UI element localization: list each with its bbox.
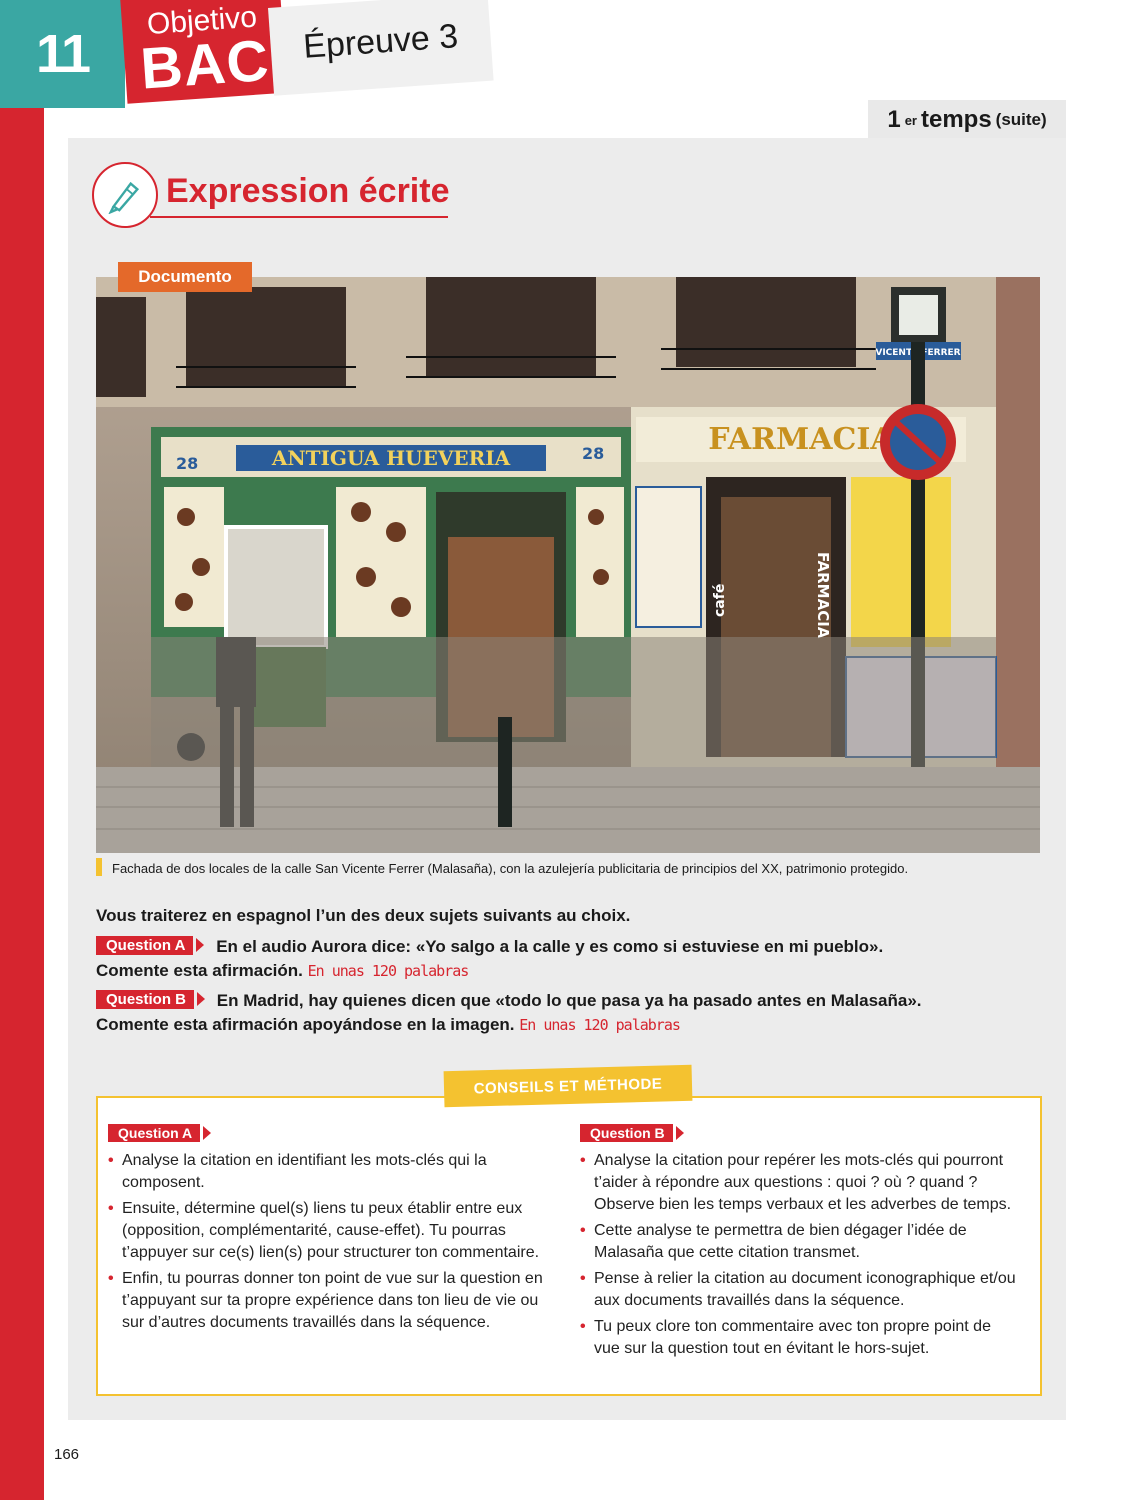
chapter-number: 11: [0, 0, 125, 108]
cafe-sign: café: [712, 584, 728, 617]
temps-sup: er: [904, 112, 917, 128]
question-a-text: En el audio Aurora dice: «Yo salgo a la …: [216, 937, 884, 956]
list-item: Tu peux clore ton commentaire avec ton p…: [580, 1316, 1020, 1360]
question-b-limit: En unas 120 palabras: [519, 1016, 681, 1034]
temps-word: temps: [920, 106, 992, 133]
question-a-line2: Comente esta afirmación. En unas 120 pal…: [96, 961, 470, 981]
question-b-line1: Question B En Madrid, hay quienes dicen …: [96, 990, 922, 1011]
list-item: Pense à relier la citation au document i…: [580, 1268, 1020, 1312]
conseils-title: CONSEILS ET MÉTHODE: [443, 1064, 693, 1108]
vertical-farmacia-sign: FARMACIA: [814, 552, 832, 639]
list-item: Analyse la citation pour repérer les mot…: [580, 1150, 1020, 1216]
question-a-limit: En unas 120 palabras: [307, 962, 470, 980]
left-red-band: [0, 0, 44, 1500]
conseils-column-b: Question B Analyse la citation pour repé…: [580, 1124, 1020, 1364]
farmacia-sign: FARMACIA: [708, 422, 894, 457]
bac-label: BAC: [138, 27, 272, 102]
street-number-left: 28: [176, 454, 198, 473]
caption-bar: [96, 858, 102, 876]
list-item: Enfin, tu pourras donner ton point de vu…: [108, 1268, 548, 1334]
list-item: Ensuite, détermine quel(s) liens tu peux…: [108, 1198, 548, 1264]
question-a-text-2: Comente esta afirmación.: [96, 961, 303, 980]
question-b-text: En Madrid, hay quienes dicen que «todo l…: [216, 991, 922, 1010]
objetivo-bac-badge: Objetivo BAC: [120, 0, 288, 104]
conseils-a-tag: Question A: [108, 1124, 212, 1142]
document-photo: ANTIGUA HUEVERIA 28 28 FARMACIA café FAR…: [96, 277, 1040, 853]
conseils-column-a: Question A Analyse la citation en identi…: [108, 1124, 548, 1338]
hueveria-sign: ANTIGUA HUEVERIA: [271, 446, 511, 470]
page-number: 166: [54, 1446, 80, 1463]
question-b-line2: Comente esta afirmación apoyándose en la…: [96, 1015, 681, 1035]
conseils-b-list: Analyse la citation pour repérer les mot…: [580, 1150, 1020, 1360]
temps-number: 1: [887, 106, 901, 133]
temps-label: 1 er temps (suite): [868, 100, 1066, 140]
title-underline: [150, 216, 448, 218]
temps-suite: (suite): [995, 110, 1047, 129]
photo-caption: Fachada de dos locales de la calle San V…: [112, 861, 909, 876]
question-a-line1: Question A En el audio Aurora dice: «Yo …: [96, 936, 883, 957]
street-number-right: 28: [582, 444, 604, 463]
list-item: Cette analyse te permettra de bien dégag…: [580, 1220, 1020, 1264]
list-item: Analyse la citation en identifiant les m…: [108, 1150, 548, 1194]
instructions-intro: Vous traiterez en espagnol l’un des deux…: [96, 906, 631, 925]
question-b-tag: Question B: [96, 990, 206, 1009]
conseils-a-list: Analyse la citation en identifiant les m…: [108, 1150, 548, 1334]
document-label: Documento: [118, 262, 252, 292]
question-a-tag: Question A: [96, 936, 205, 955]
question-b-text-2: Comente esta afirmación apoyándose en la…: [96, 1015, 515, 1034]
section-title: Expression écrite: [166, 172, 450, 210]
conseils-b-tag: Question B: [580, 1124, 684, 1142]
pen-icon: [92, 162, 158, 228]
